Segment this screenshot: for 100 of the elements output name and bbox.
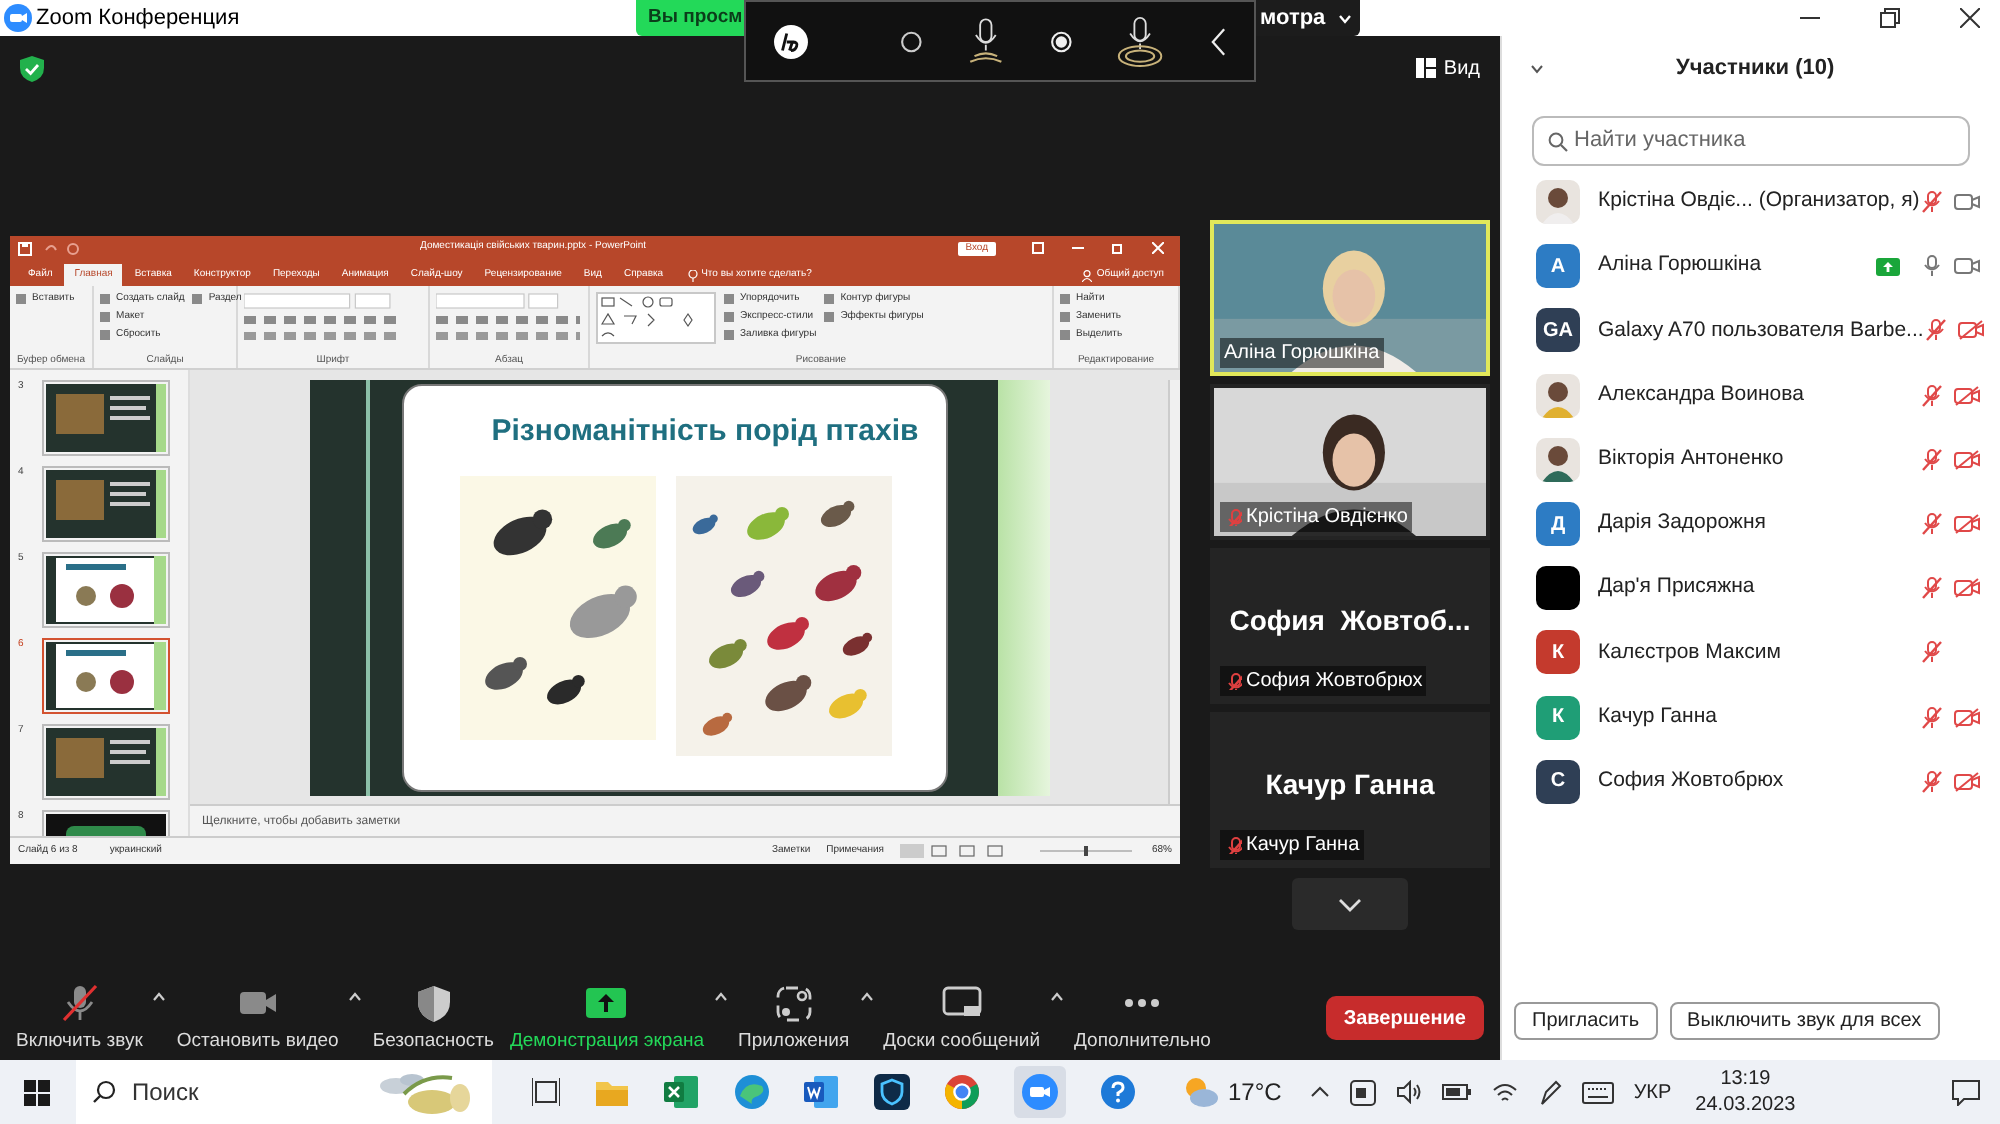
windows-start-icon[interactable] — [24, 1079, 50, 1105]
slide-thumbnail[interactable] — [42, 724, 170, 800]
notifications-icon[interactable] — [1952, 1079, 1980, 1105]
participant-name-label: Крістіна Овдієнко — [1246, 504, 1408, 532]
participant-name: Дар'я Присяжна — [1598, 572, 1755, 603]
browser-wave-icon[interactable] — [734, 1074, 770, 1110]
slide-thumbnail[interactable] — [42, 552, 170, 628]
slide-thumbnail[interactable] — [42, 466, 170, 542]
battery-icon[interactable] — [1441, 1084, 1472, 1100]
avatar: С — [1536, 759, 1580, 804]
camera-icon — [1954, 192, 1980, 213]
globe-app-icon[interactable] — [944, 1074, 980, 1110]
minimize-icon[interactable] — [1072, 242, 1084, 254]
avatar: A — [1536, 244, 1580, 289]
more-icon — [1124, 998, 1161, 1009]
participant-row[interactable]: С София Жовтобрюх — [1502, 749, 2000, 814]
search-input[interactable]: Найти участника — [1574, 124, 1934, 158]
speaker-icon[interactable] — [1395, 1080, 1422, 1104]
collapse-icon[interactable] — [1530, 63, 1544, 73]
camera-icon — [1954, 256, 1980, 277]
clock-date[interactable]: 24.03.2023 — [1695, 1092, 1796, 1118]
avatar: К — [1536, 630, 1580, 675]
participant-row[interactable]: Дар'я Присяжна — [1502, 556, 2000, 621]
participant-row[interactable]: К Качур Ганна — [1502, 685, 2000, 750]
muted-mic-icon — [1923, 318, 1948, 343]
tool-icon — [192, 292, 205, 306]
toolbar-button[interactable]: Безопасность — [372, 982, 494, 1058]
muted-mic-icon — [1920, 705, 1944, 730]
muted-mic-icon — [1920, 640, 1944, 665]
muted-mic-icon — [1920, 769, 1944, 794]
participant-name: Качур Ганна — [1598, 701, 1717, 732]
save-icon[interactable] — [18, 241, 32, 255]
participant-row[interactable]: Крістіна Овдіє... (Организатор, я) — [1502, 170, 2000, 235]
view-button[interactable]: Вид — [1415, 53, 1480, 83]
restore-icon[interactable] — [1112, 242, 1124, 254]
participant-name: Вікторія Антоненко — [1598, 443, 1784, 474]
slide-thumbnail[interactable] — [42, 380, 170, 456]
document-app-icon[interactable] — [804, 1074, 840, 1110]
person-icon — [1082, 269, 1093, 281]
toolbar-button[interactable]: Демонстрация экрана — [509, 982, 705, 1058]
undo-icon[interactable] — [44, 241, 58, 255]
search-input[interactable]: Поиск — [132, 1074, 332, 1110]
participant-name: Калєстров Максим — [1598, 637, 1781, 668]
participant-name: Galaxy A70 пользователя Barbe... — [1598, 315, 1924, 346]
camera-off-icon — [1954, 578, 1980, 599]
muted-mic-icon — [57, 982, 102, 1025]
language-indicator[interactable]: УКР — [1633, 1077, 1672, 1107]
help-icon[interactable] — [1100, 1074, 1136, 1110]
weather-temperature[interactable]: 17°C — [1228, 1074, 1282, 1110]
search-field[interactable]: Поиск — [76, 1060, 492, 1124]
shield-app-icon[interactable] — [874, 1074, 910, 1110]
camera-off-icon — [1954, 514, 1980, 535]
lightbulb-icon — [687, 269, 698, 281]
ribbon-display-icon[interactable] — [1032, 242, 1044, 254]
slide-thumbnail[interactable] — [42, 638, 170, 714]
participant-name-label: София Жовтобрюх — [1246, 668, 1423, 696]
clock-time[interactable]: 13:19 — [1720, 1066, 1771, 1092]
toolbar-button[interactable]: Приложения — [738, 982, 850, 1058]
participant-row[interactable]: Вікторія Антоненко — [1502, 427, 2000, 492]
avatar — [1536, 437, 1580, 482]
meet-now-icon[interactable] — [1349, 1079, 1376, 1105]
toolbar-button[interactable]: Доски сообщений — [883, 982, 1041, 1058]
restore-icon[interactable] — [1880, 8, 1900, 28]
wifi-icon[interactable] — [1491, 1081, 1518, 1103]
panel-button[interactable]: Пригласить — [1514, 1002, 1658, 1040]
end-meeting-button[interactable]: Завершение — [1325, 996, 1484, 1040]
redo-icon[interactable] — [66, 241, 80, 255]
window-title: Zoom Конференция — [36, 3, 240, 34]
participant-row[interactable]: Д Дарія Задорожня — [1502, 491, 2000, 557]
toolbar-button[interactable]: Включить звук — [16, 982, 143, 1058]
toolbar-button[interactable]: Дополнительно — [1074, 982, 1211, 1058]
spreadsheet-app-icon[interactable] — [664, 1074, 700, 1110]
panel-button[interactable]: Выключить звук для всех — [1669, 1002, 1940, 1040]
grid-icon — [1415, 58, 1436, 78]
paragraph-controls-drawing — [436, 292, 580, 344]
participant-name: Крістіна Овдіє... (Организатор, я) — [1598, 186, 1920, 217]
toolbar-button[interactable]: Остановить видео — [176, 982, 339, 1058]
avatar: Д — [1536, 502, 1580, 547]
pen-icon[interactable] — [1537, 1079, 1562, 1105]
participant-row[interactable]: GA Galaxy A70 пользователя Barbe... — [1502, 298, 2000, 364]
search-icon — [92, 1080, 116, 1104]
avatar: GA — [1536, 308, 1580, 353]
view-options-menu[interactable]: мотра — [1256, 0, 1360, 36]
participant-row[interactable]: К Калєстров Максим — [1502, 620, 2000, 685]
muted-mic-icon — [1920, 512, 1944, 537]
participant-row[interactable]: A Аліна Горюшкіна — [1502, 234, 2000, 299]
muted-mic-icon — [1920, 576, 1944, 601]
avatar — [1536, 180, 1580, 225]
keyboard-icon[interactable] — [1581, 1081, 1614, 1103]
participant-name: Качур Ганна — [1263, 766, 1437, 804]
zoom-app-icon[interactable] — [1014, 1066, 1066, 1118]
task-view-icon[interactable] — [532, 1078, 560, 1106]
caret-up-icon[interactable] — [1309, 1086, 1330, 1098]
search-field[interactable]: Найти участника — [1532, 116, 1970, 166]
caret-icon — [1337, 13, 1352, 23]
camera-off-icon — [1954, 385, 1980, 406]
participant-row[interactable]: Александра Воинова — [1502, 363, 2000, 428]
close-icon[interactable] — [1960, 8, 1980, 28]
zoom-slider-drawing — [1035, 844, 1136, 858]
participant-name: София Жовтоб... — [1227, 602, 1473, 640]
